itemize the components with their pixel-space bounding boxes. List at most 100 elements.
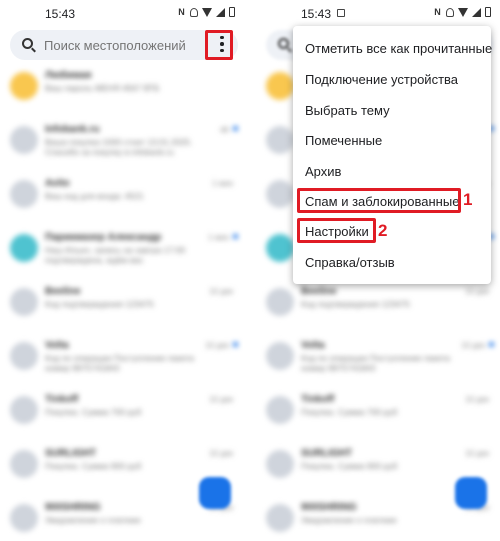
left-screen: 15:43 N Любимая Ваш пароль МЕНЯ 4567 ВТБ I… [3,0,243,541]
conversation-row[interactable]: Любимая Ваш пароль МЕНЯ 4567 ВТБ [3,66,243,120]
menu-item-choose-theme[interactable]: Выбрать тему [305,103,390,118]
conversation-name: Tinkoff [45,394,79,405]
conversation-name: SURLIGHT [45,448,97,459]
annotation-number-2: 2 [378,221,388,240]
conversation-preview: Код подтверждения 123475 [45,299,154,309]
conversation-time: 1 мин [207,233,229,242]
conversation-row[interactable]: Beeline Код подтверждения 123475 10 дек [259,282,499,336]
start-chat-button[interactable] [199,477,231,509]
conversation-time: 10 дек [205,341,229,350]
start-chat-button[interactable] [455,477,487,509]
avatar [10,72,38,100]
conversation-row[interactable]: Volta Код по операции Поступление пакета … [3,336,243,390]
image-notification-icon [337,9,345,17]
conversation-time: 10 дек [465,449,489,458]
battery-icon [485,7,491,17]
conversation-preview: Покупка. Сумма 900 руб [45,461,142,471]
mute-icon [446,7,454,17]
status-bar: 15:43 N [3,0,243,28]
conversation-time: 10 дек [461,341,485,350]
conversation-name: 900SHRING [45,502,101,513]
menu-item-mark-all-read[interactable]: Отметить все как прочитанные [305,41,492,56]
search-icon [278,38,289,49]
unread-indicator [233,234,238,239]
right-screen: 15:43 N ЛюбимаяВаш пароль МЕНЯ 4567 ВТБI… [259,0,499,541]
conversation-preview: Ваша покупка 1000 стоит 13.01.2025. Спас… [45,137,193,157]
conversation-preview: Ваш код для входа: 4521 [45,191,144,201]
unread-indicator [233,342,238,347]
conversation-row[interactable]: Beeline Код подтверждения 123475 10 дек [3,282,243,336]
avatar [266,126,294,154]
conversation-row[interactable]: Infobank.ru Ваша покупка 1000 стоит 13.01… [3,120,243,174]
menu-item-archive[interactable]: Архив [305,164,341,179]
conversation-preview: Код по операции Поступление пакета номер… [301,353,451,373]
conversation-name: Volta [45,340,69,351]
avatar [266,342,294,370]
conversation-row[interactable]: Tinkoff Покупка. Сумма 700 руб 10 дек [3,390,243,444]
avatar [10,234,38,262]
conversation-name: Volta [301,340,325,351]
avatar [10,126,38,154]
highlight-settings [297,218,376,243]
mute-icon [190,7,198,17]
avatar [10,450,38,478]
conversation-name: 900SHRING [301,502,357,513]
conversation-name: Любимая [45,70,92,81]
conversation-row[interactable]: Avito Ваш код для входа: 4521 1 мин [3,174,243,228]
conversation-time: 10 дек [209,287,233,296]
unread-indicator [489,342,494,347]
conversation-name: Tinkoff [301,394,335,405]
avatar [266,396,294,424]
menu-item-device-pairing[interactable]: Подключение устройства [305,72,458,87]
signal-icon [216,7,225,17]
conversation-time: ab [220,125,229,134]
conversation-name: Avito [45,178,70,189]
conversation-name: Beeline [301,286,337,297]
annotation-number-1: 1 [463,190,473,209]
avatar [10,180,38,208]
status-time: 15:43 [45,7,76,21]
conversation-name: Парикмахер Александр [45,232,162,243]
search-input[interactable] [44,38,194,53]
conversation-row[interactable]: Парикмахер Александр Наш Ильич, запись на… [3,228,243,282]
avatar [266,450,294,478]
conversation-preview: Покупка. Сумма 700 руб [45,407,142,417]
conversation-time: 10 дек [465,287,489,296]
avatar [10,288,38,316]
highlight-spam-blocked [297,188,461,213]
conversation-time: 10 дек [209,449,233,458]
avatar [266,234,294,262]
search-bar[interactable] [10,30,238,60]
conversation-preview: Код по операции Поступление пакета номер… [45,353,195,373]
conversation-preview: Уведомление о платеже [301,515,397,525]
conversation-name: SURLIGHT [301,448,353,459]
avatar [266,288,294,316]
conversation-list: Любимая Ваш пароль МЕНЯ 4567 ВТБ Infobank.… [3,66,243,541]
conversation-preview: Наш Ильич, запись на завтра 17:00 подтве… [45,245,186,265]
wifi-icon [202,7,212,17]
avatar [266,180,294,208]
conversation-time: 10 дек [465,395,489,404]
conversation-preview: Покупка. Сумма 700 руб [301,407,398,417]
nfc-icon: N [178,7,185,17]
conversation-row[interactable]: Tinkoff Покупка. Сумма 700 руб 10 дек [259,390,499,444]
status-bar: 15:43 N [259,0,499,28]
search-icon [22,38,33,49]
battery-icon [229,7,235,17]
overflow-menu: Отметить все как прочитанные Подключение… [293,26,492,284]
menu-item-help-feedback[interactable]: Справка/отзыв [305,255,395,270]
conversation-preview: Ваш пароль МЕНЯ 4567 ВТБ [45,83,160,93]
highlight-more-options [205,30,233,60]
status-time: 15:43 [301,7,332,21]
menu-item-starred[interactable]: Помеченные [305,133,382,148]
conversation-name: Beeline [45,286,81,297]
conversation-row[interactable]: Volta Код по операции Поступление пакета … [259,336,499,390]
avatar [10,396,38,424]
signal-icon [472,7,481,17]
avatar [266,72,294,100]
unread-indicator [233,126,238,131]
conversation-preview: Покупка. Сумма 900 руб [301,461,398,471]
conversation-name: Infobank.ru [45,124,100,135]
avatar [10,342,38,370]
conversation-preview: Код подтверждения 123475 [301,299,410,309]
